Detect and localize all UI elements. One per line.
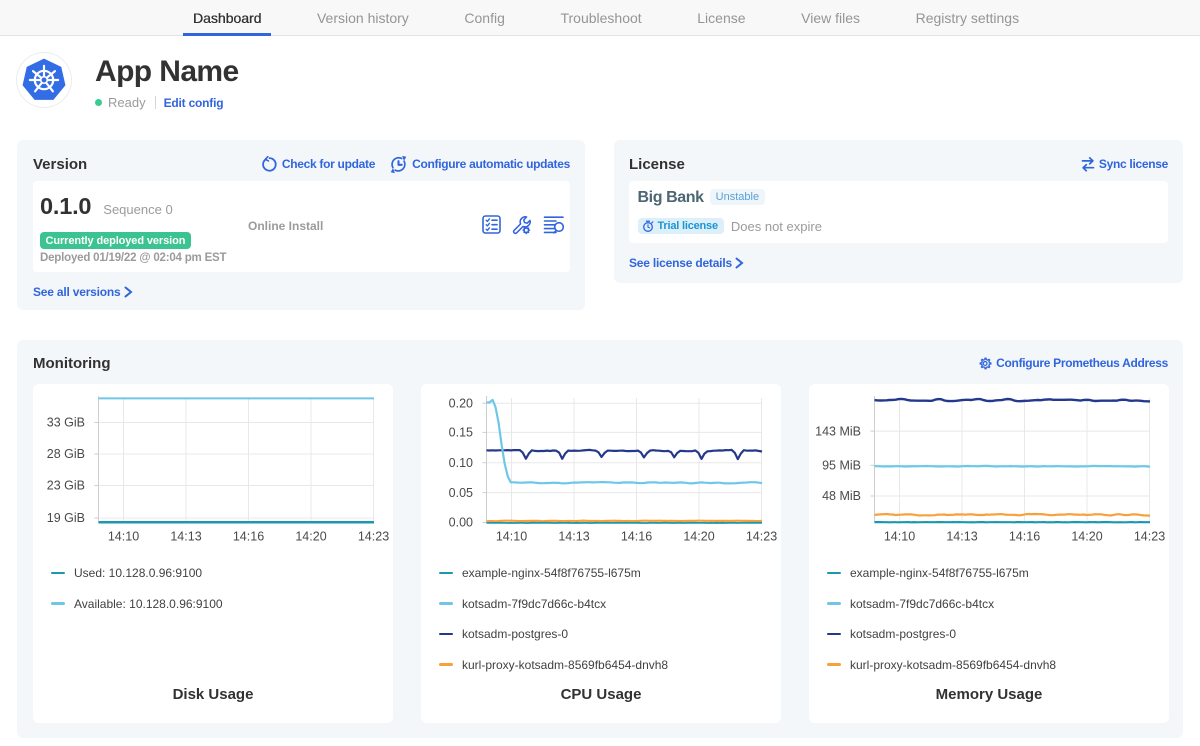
svg-text:14:16: 14:16 xyxy=(233,530,264,544)
svg-text:14:13: 14:13 xyxy=(170,530,201,544)
svg-text:0.00: 0.00 xyxy=(449,516,473,530)
svg-text:0.15: 0.15 xyxy=(449,426,473,440)
svg-text:14:20: 14:20 xyxy=(1071,530,1102,544)
svg-text:48 MiB: 48 MiB xyxy=(822,489,861,503)
svg-text:14:13: 14:13 xyxy=(558,530,589,544)
svg-text:19 GiB: 19 GiB xyxy=(47,511,85,525)
svg-text:0.10: 0.10 xyxy=(449,456,473,470)
svg-text:28 GiB: 28 GiB xyxy=(47,447,85,461)
svg-text:14:20: 14:20 xyxy=(683,530,714,544)
svg-text:14:23: 14:23 xyxy=(746,530,777,544)
svg-text:14:10: 14:10 xyxy=(884,530,915,544)
svg-text:14:16: 14:16 xyxy=(621,530,652,544)
svg-text:14:20: 14:20 xyxy=(295,530,326,544)
svg-text:14:16: 14:16 xyxy=(1009,530,1040,544)
svg-text:0.05: 0.05 xyxy=(449,486,473,500)
svg-text:14:13: 14:13 xyxy=(946,530,977,544)
svg-text:33 GiB: 33 GiB xyxy=(47,416,85,430)
svg-text:95 MiB: 95 MiB xyxy=(822,459,861,473)
svg-text:14:23: 14:23 xyxy=(1134,530,1165,544)
svg-text:23 GiB: 23 GiB xyxy=(47,479,85,493)
svg-text:143 MiB: 143 MiB xyxy=(815,424,861,438)
svg-text:14:23: 14:23 xyxy=(358,530,389,544)
svg-text:14:10: 14:10 xyxy=(496,530,527,544)
svg-text:0.20: 0.20 xyxy=(449,396,473,410)
svg-text:14:10: 14:10 xyxy=(108,530,139,544)
